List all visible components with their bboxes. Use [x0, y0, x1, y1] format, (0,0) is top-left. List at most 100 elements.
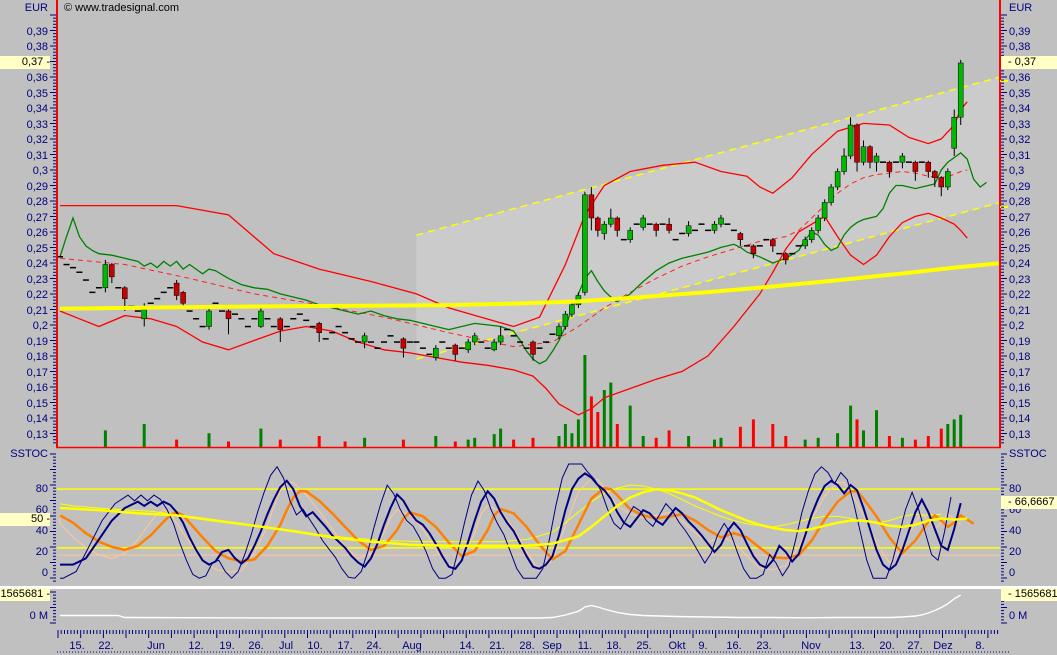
date-axis-label: Sep — [542, 640, 562, 653]
date-axis-label: 22. — [98, 640, 113, 653]
candle-close-dash — [323, 338, 329, 340]
price-tick-label-left: 0,3 — [0, 165, 48, 178]
volume-bar — [901, 438, 904, 447]
candle-close-dash — [524, 347, 530, 349]
candle-close-dash — [200, 326, 206, 328]
candle-close-dash — [167, 287, 173, 289]
price-axis-title-left: EUR — [0, 2, 48, 15]
price-tick-label-right: 0,13 — [1009, 429, 1030, 442]
volume-bar — [927, 436, 930, 447]
volume-bar — [583, 355, 586, 447]
volume-bar — [752, 419, 755, 447]
price-tick-label-left: 0,23 — [0, 274, 48, 287]
candle-close-dash — [271, 326, 277, 328]
volume-bar — [642, 436, 645, 447]
candle-body — [809, 230, 814, 239]
price-tick-label-right: 0,36 — [1009, 72, 1030, 85]
price-tick-label-right: 0,19 — [1009, 336, 1030, 349]
candle-body — [498, 336, 503, 342]
candle-body — [958, 63, 963, 117]
volume-bar — [577, 419, 580, 447]
price-tick-label-right: 0,34 — [1009, 103, 1030, 116]
volume-bar — [175, 440, 178, 447]
candle-body — [654, 224, 659, 230]
date-axis-label: 23. — [756, 640, 771, 653]
volume-bar — [318, 436, 321, 447]
candle-body — [472, 336, 477, 342]
volume-bar — [609, 383, 612, 447]
candle-close-dash — [303, 320, 309, 322]
date-axis-label: 18. — [606, 640, 621, 653]
candle-close-dash — [213, 303, 219, 305]
price-tick-label-right: 0,14 — [1009, 413, 1030, 426]
candle-close-dash — [284, 326, 290, 328]
chart-canvas[interactable] — [0, 0, 1057, 655]
price-tick-label-right: 0,29 — [1009, 181, 1030, 194]
candle-body — [433, 348, 438, 357]
sstoc-title-left: SSTOC — [0, 448, 48, 461]
candle-body — [816, 218, 821, 230]
volume-bar — [953, 419, 956, 447]
tradesignal-chart-window: © www.tradesignal.com EUR EUR 0,390,390,… — [0, 0, 1057, 655]
candle-body — [855, 125, 860, 162]
price-tick-label-left: 0,2 — [0, 320, 48, 333]
price-tick-label-right: 0,32 — [1009, 134, 1030, 147]
candle-close-dash — [511, 335, 517, 337]
date-axis-label: Jul — [279, 640, 293, 653]
candle-close-dash — [290, 318, 296, 320]
candle-body — [842, 156, 847, 172]
price-tick-label-left: 0,17 — [0, 367, 48, 380]
price-tick-label-left: 0,35 — [0, 88, 48, 101]
volume-bar — [564, 424, 567, 447]
candle-body — [926, 162, 931, 171]
candle-close-dash — [919, 161, 925, 163]
candle-close-dash — [355, 341, 361, 343]
candle-body — [712, 224, 717, 230]
price-tick-label-right: 0,17 — [1009, 367, 1030, 380]
volume-bar — [434, 436, 437, 447]
candle-close-dash — [232, 313, 238, 315]
price-tick-label-left: 0,29 — [0, 181, 48, 194]
volume-bar — [849, 406, 852, 447]
price-tick-label-right: 0,38 — [1009, 41, 1030, 54]
candle-close-dash — [660, 223, 666, 225]
price-tick-label-left: 0,32 — [0, 134, 48, 147]
candle-close-dash — [297, 313, 303, 315]
candle-body — [569, 305, 574, 314]
candle-close-dash — [193, 318, 199, 320]
candle-close-dash — [219, 310, 225, 312]
candle-close-dash — [245, 326, 251, 328]
price-tick-label-left: 0,38 — [0, 41, 48, 54]
candle-body — [719, 218, 724, 224]
volume-bar — [279, 440, 282, 447]
candle-close-dash — [264, 318, 270, 320]
volume-bar — [227, 442, 230, 448]
candle-body — [822, 203, 827, 219]
volume-bar — [856, 419, 859, 447]
volume-bar — [344, 442, 347, 448]
candle-close-dash — [446, 347, 452, 349]
candle-body — [466, 342, 471, 350]
price-tick-label-right: 0,16 — [1009, 382, 1030, 395]
date-axis-label: Nov — [801, 640, 821, 653]
candle-close-dash — [310, 326, 316, 328]
candle-close-dash — [70, 267, 76, 269]
volume-bar — [888, 436, 891, 447]
candle-close-dash — [517, 341, 523, 343]
candle-close-dash — [388, 335, 394, 337]
candle-body — [868, 147, 873, 163]
candle-close-dash — [76, 272, 82, 274]
candle-close-dash — [634, 223, 640, 225]
price-tick-label-right: 0,23 — [1009, 274, 1030, 287]
candle-body — [563, 314, 568, 326]
candle-body — [615, 218, 620, 230]
candle-close-dash — [135, 310, 141, 312]
price-tick-label-left: 0,36 — [0, 72, 48, 85]
candle-body — [181, 292, 186, 303]
volume-bar — [259, 429, 262, 447]
candle-close-dash — [342, 332, 348, 334]
candle-body — [453, 345, 458, 354]
candle-close-dash — [744, 245, 750, 247]
copyright-text: © www.tradesignal.com — [64, 2, 179, 14]
volume-bar — [836, 433, 839, 447]
